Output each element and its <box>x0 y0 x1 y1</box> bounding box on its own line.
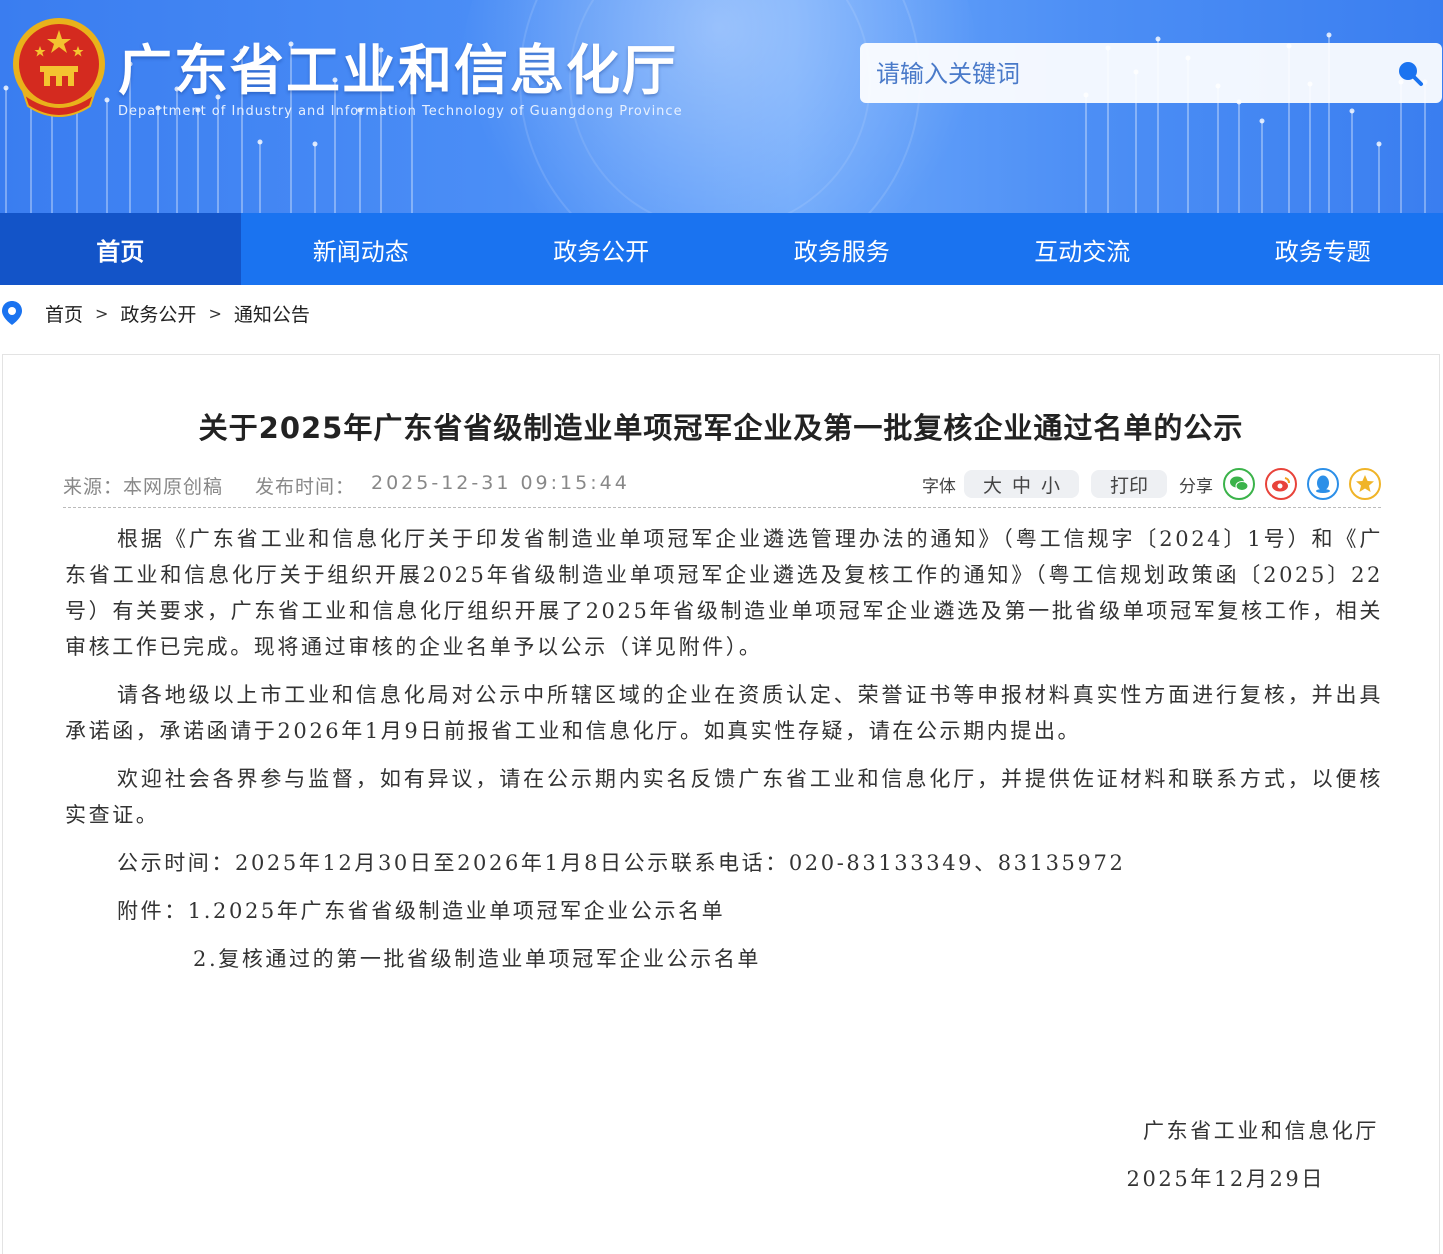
nav-item-home[interactable]: 首页 <box>0 213 241 285</box>
article-body: 根据《广东省工业和信息化厅关于印发省制造业单项冠军企业遴选管理办法的通知》（粤工… <box>65 521 1383 989</box>
signature-date: 2025年12月29日 <box>1127 1155 1380 1203</box>
nav-item-news[interactable]: 新闻动态 <box>241 213 482 285</box>
breadcrumb-separator: > <box>95 304 108 323</box>
signature-org: 广东省工业和信息化厅 <box>1127 1107 1380 1155</box>
search-icon[interactable] <box>1396 59 1424 87</box>
breadcrumb: 首页 > 政务公开 > 通知公告 <box>0 296 310 330</box>
font-size-switcher: 大 中 小 <box>964 470 1079 498</box>
search-input[interactable] <box>874 55 1378 93</box>
qzone-icon[interactable] <box>1349 468 1381 500</box>
meta-divider <box>63 507 1381 508</box>
site-subtitle: Department of Industry and Information T… <box>118 104 683 119</box>
body-paragraph: 欢迎社会各界参与监督，如有异议，请在公示期内实名反馈广东省工业和信息化厅，并提供… <box>65 761 1383 833</box>
search-box <box>860 43 1442 103</box>
signature-block: 广东省工业和信息化厅 2025年12月29日 <box>1127 1107 1380 1203</box>
breadcrumb-gov-affairs[interactable]: 政务公开 <box>120 300 196 327</box>
wechat-icon[interactable] <box>1223 468 1255 500</box>
national-emblem-icon <box>10 16 108 120</box>
main-nav: 首页 新闻动态 政务公开 政务服务 互动交流 政务专题 <box>0 213 1443 285</box>
article-title: 关于2025年广东省省级制造业单项冠军企业及第一批复核企业通过名单的公示 <box>3 405 1439 447</box>
article-panel: 关于2025年广东省省级制造业单项冠军企业及第一批复核企业通过名单的公示 来源：… <box>2 354 1440 1254</box>
font-size-large-button[interactable]: 大 <box>983 471 1002 498</box>
site-title: 广东省工业和信息化厅 <box>118 26 678 105</box>
breadcrumb-separator: > <box>208 304 221 323</box>
article-source: 来源：本网原创稿 <box>63 472 223 499</box>
attachment-1-link[interactable]: 附件：1.2025年广东省省级制造业单项冠军企业公示名单 <box>65 893 1383 929</box>
font-size-small-button[interactable]: 小 <box>1041 471 1060 498</box>
notice-period-line: 公示时间：2025年12月30日至2026年1月8日公示联系电话：020-831… <box>65 845 1383 881</box>
body-paragraph: 请各地级以上市工业和信息化局对公示中所辖区域的企业在资质认定、荣誉证书等申报材料… <box>65 677 1383 749</box>
header-banner: 广东省工业和信息化厅 Department of Industry and In… <box>0 0 1443 213</box>
article-tools: 字体 大 中 小 打印 分享 <box>922 467 1381 501</box>
body-paragraph: 根据《广东省工业和信息化厅关于印发省制造业单项冠军企业遴选管理办法的通知》（粤工… <box>65 521 1383 665</box>
weibo-icon[interactable] <box>1265 468 1297 500</box>
print-button[interactable]: 打印 <box>1091 470 1167 498</box>
font-size-medium-button[interactable]: 中 <box>1012 471 1031 498</box>
qq-icon[interactable] <box>1307 468 1339 500</box>
publish-time-label: 发布时间： <box>255 472 355 499</box>
nav-item-interaction[interactable]: 互动交流 <box>962 213 1203 285</box>
breadcrumb-notices[interactable]: 通知公告 <box>234 300 310 327</box>
breadcrumb-home[interactable]: 首页 <box>45 300 83 327</box>
print-label: 打印 <box>1110 471 1148 498</box>
location-pin-icon <box>1 300 23 326</box>
nav-item-services[interactable]: 政务服务 <box>722 213 963 285</box>
attachment-2-link[interactable]: 2.复核通过的第一批省级制造业单项冠军企业公示名单 <box>65 941 1383 977</box>
share-label: 分享 <box>1179 472 1213 497</box>
nav-item-topics[interactable]: 政务专题 <box>1203 213 1443 285</box>
font-size-label: 字体 <box>922 472 956 497</box>
publish-time: 2025-12-31 09:15:44 <box>371 472 630 494</box>
nav-item-gov-affairs[interactable]: 政务公开 <box>481 213 722 285</box>
article-meta: 来源：本网原创稿 发布时间： 2025-12-31 09:15:44 字体 大 … <box>63 467 1381 507</box>
